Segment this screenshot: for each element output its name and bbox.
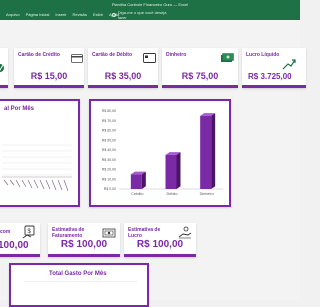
ribbon-menu: Arquivo Página Inicial Inserir Revisão E… [0, 10, 119, 18]
card-credito: Cartão de Crédito R$ 15,00 [14, 48, 84, 88]
tell-me-search[interactable]: Diga-me o que você deseja fazer [112, 9, 168, 20]
menu-revisao[interactable]: Revisão [72, 12, 86, 17]
card-partial-bottom-left: com $ 100,00 [0, 223, 40, 257]
y-tick-label: R$ 60,00 [102, 129, 116, 133]
left-chart-plot [2, 144, 72, 192]
y-tick-label: R$ 70,00 [102, 119, 116, 123]
faturamento-por-mes-chart: al Por Mês [0, 99, 80, 207]
search-placeholder: Diga-me o que você deseja fazer [117, 9, 167, 20]
menu-arquivo[interactable]: Arquivo [6, 12, 20, 17]
bar-side [141, 171, 146, 189]
x-tick-label-mark [21, 179, 27, 188]
card-dinheiro: Dinheiro R$ 75,00 [162, 48, 238, 88]
x-tick-label-mark [63, 179, 69, 192]
x-tick-label-mark [9, 179, 15, 186]
total-gasto-por-mes-chart: Total Gasto Por Mês [9, 263, 149, 307]
search-icon [112, 12, 116, 17]
credit-card-icon [71, 54, 83, 63]
cash-stack-icon [102, 228, 116, 238]
y-tick-label: R$ 40,00 [102, 148, 116, 152]
x-tick-label-mark [51, 179, 57, 191]
bar-dinheiro [200, 113, 216, 189]
bar-crédito [130, 171, 146, 189]
y-tick-label: R$ 0,00 [104, 187, 116, 191]
menu-inserir[interactable]: Inserir [55, 12, 66, 17]
x-tick-label-mark [33, 179, 39, 189]
card-lucro-label: Lucro Líquido [246, 52, 280, 58]
money-icon [221, 53, 234, 62]
menu-exibir[interactable]: Exibir [93, 12, 103, 17]
svg-text:$: $ [28, 229, 32, 235]
card-debito: Cartão de Débito R$ 35,00 [88, 48, 158, 88]
card-debito-value: R$ 35,00 [104, 71, 142, 81]
card-estimativa-lucro-label: Estimativa de Lucro [128, 227, 161, 239]
left-chart-gridlines [2, 144, 72, 176]
bar-front [165, 154, 177, 189]
card-credito-label: Cartão de Crédito [18, 52, 60, 58]
x-tick-label-mark [27, 179, 33, 189]
card-estimativa-lucro-value: R$ 100,00 [136, 239, 184, 250]
y-tick-label: R$ 20,00 [102, 168, 116, 172]
card-lucro-value: R$ 3.725,00 [248, 72, 292, 81]
card-debito-label: Cartão de Débito [92, 52, 133, 58]
x-tick-label-mark [15, 179, 21, 188]
excel-titlebar: Planilha Controle Financeiro Ouro — Exce… [0, 0, 300, 20]
y-tick-label: R$ 10,00 [102, 177, 116, 181]
y-tick-label: R$ 50,00 [102, 138, 116, 142]
bar-side [211, 113, 216, 189]
bar-front [130, 174, 142, 189]
debit-card-icon [143, 53, 156, 63]
card-estimativa-lucro: Estimativa de Lucro R$ 100,00 [124, 223, 196, 257]
bottom-chart-title: Total Gasto Por Mês [49, 271, 107, 277]
money-hand-icon: $ [22, 225, 35, 239]
check-icon [0, 64, 4, 72]
x-tick-label-mark [57, 179, 63, 191]
bar-front [200, 115, 212, 189]
card-estimativa-faturamento: Estimativa de Faturamento R$ 100,00 [48, 223, 120, 257]
card-dinheiro-value: R$ 75,00 [181, 71, 219, 81]
card-lucro-liquido: Lucro Líquido R$ 3.725,00 [242, 48, 306, 88]
y-tick-label: R$ 30,00 [102, 158, 116, 162]
left-chart-title: al Por Mês [4, 106, 35, 112]
x-tick-label-mark [39, 179, 45, 190]
hand-money-icon [178, 226, 192, 239]
window-title: Planilha Controle Financeiro Ouro — Exce… [111, 2, 189, 7]
growth-chart-icon [282, 59, 296, 70]
card-partial-bottom-value: 100,00 [0, 240, 29, 251]
formas-pagamento-chart: R$ 0,00 R$ 10,00 R$ 20,00 R$ 30,00 R$ 40,00 R… [89, 99, 231, 207]
x-tick-label: Débito [167, 192, 178, 196]
y-tick-label: R$ 80,00 [102, 109, 116, 113]
card-dinheiro-label: Dinheiro [166, 52, 187, 58]
x-tick-label-mark [3, 179, 9, 186]
bar-débito [165, 152, 181, 189]
x-tick-label: Dinheiro [200, 192, 214, 196]
card-partial-left [0, 48, 8, 88]
card-partial-bottom-label: com [0, 229, 11, 235]
bar-side [176, 152, 181, 189]
menu-pagina-inicial[interactable]: Página Inicial [26, 12, 50, 17]
worksheet: Cartão de Crédito R$ 15,00 Cartão de Déb… [0, 20, 306, 307]
card-credito-value: R$ 15,00 [30, 71, 68, 81]
card-estimativa-faturamento-label: Estimativa de Faturamento [52, 227, 85, 239]
payment-bar-chart: R$ 0,00 R$ 10,00 R$ 20,00 R$ 30,00 R$ 40,00 R… [102, 109, 223, 196]
x-tick-label: Crédito [131, 192, 143, 196]
card-estimativa-faturamento-value: R$ 100,00 [60, 239, 108, 250]
x-tick-label-mark [45, 179, 51, 190]
left-chart-x-labels-hatch [3, 179, 69, 192]
